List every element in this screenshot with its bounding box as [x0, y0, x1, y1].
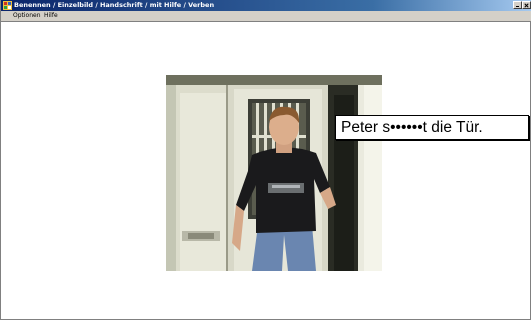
- close-icon[interactable]: [522, 1, 531, 9]
- menu-hilfe[interactable]: Hilfe: [43, 11, 59, 21]
- exercise-photo: [166, 75, 382, 271]
- menu-bar: Optionen Hilfe: [1, 11, 531, 22]
- menu-optionen[interactable]: Optionen: [12, 11, 42, 21]
- title-bar[interactable]: Benennen / Einzelbild / Handschrift / mi…: [1, 0, 531, 11]
- app-icon: [3, 1, 12, 10]
- caption-label: Peter s••••••t die Tür.: [335, 115, 529, 140]
- application-window: Benennen / Einzelbild / Handschrift / mi…: [0, 0, 531, 320]
- minimize-icon[interactable]: [513, 1, 522, 9]
- window-title: Benennen / Einzelbild / Handschrift / mi…: [14, 1, 215, 9]
